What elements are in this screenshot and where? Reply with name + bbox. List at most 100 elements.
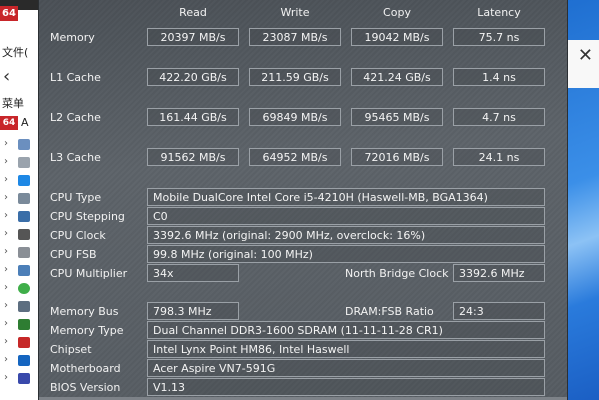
chevron-right-icon[interactable]: ›	[4, 228, 8, 239]
multimedia-icon	[18, 229, 30, 240]
background-desktop-right: ✕	[567, 0, 599, 400]
tree-item[interactable]: ›	[4, 353, 38, 369]
cpu-multiplier-label: CPU Multiplier	[50, 267, 128, 280]
l2-copy-value: 95465 MB/s	[351, 108, 443, 126]
menu-cai[interactable]: 菜单	[2, 95, 24, 111]
memory-type-value: Dual Channel DDR3-1600 SDRAM (11-11-11-2…	[147, 321, 545, 339]
cpu-clock-label: CPU Clock	[50, 229, 106, 242]
cpu-type-label: CPU Type	[50, 191, 102, 204]
tree-item[interactable]: ›	[4, 281, 38, 297]
column-header-read: Read	[179, 6, 207, 19]
l2-write-value: 69849 MB/s	[249, 108, 341, 126]
l2-latency-value: 4.7 ns	[453, 108, 545, 126]
cpu-multiplier-value: 34x	[147, 264, 239, 282]
motherboard-icon	[18, 157, 30, 168]
l3-copy-value: 72016 MB/s	[351, 148, 443, 166]
memory-bus-value: 798.3 MHz	[147, 302, 239, 320]
tree-root-label[interactable]: A	[21, 116, 29, 129]
chevron-right-icon[interactable]: ›	[4, 282, 8, 293]
security-icon	[18, 337, 30, 348]
l3-read-value: 91562 MB/s	[147, 148, 239, 166]
chevron-right-icon[interactable]: ›	[4, 372, 8, 383]
column-header-copy: Copy	[383, 6, 411, 19]
menu-file[interactable]: 文件(	[2, 44, 28, 60]
l3-latency-value: 24.1 ns	[453, 148, 545, 166]
chevron-right-icon[interactable]: ›	[4, 138, 8, 149]
chevron-right-icon[interactable]: ›	[4, 192, 8, 203]
memory-read-value: 20397 MB/s	[147, 28, 239, 46]
tree-item[interactable]: ›	[4, 209, 38, 225]
tree-item[interactable]: ›	[4, 299, 38, 315]
bios-version-value: V1.13	[147, 378, 545, 396]
chevron-right-icon[interactable]: ›	[4, 336, 8, 347]
windows-icon	[18, 175, 30, 186]
cpu-stepping-label: CPU Stepping	[50, 210, 125, 223]
chipset-label: Chipset	[50, 343, 92, 356]
chevron-right-icon[interactable]: ›	[4, 300, 8, 311]
memory-latency-value: 75.7 ns	[453, 28, 545, 46]
north-bridge-clock-label: North Bridge Clock	[345, 267, 449, 280]
l2-read-value: 161.44 GB/s	[147, 108, 239, 126]
memory-write-value: 23087 MB/s	[249, 28, 341, 46]
tree-item[interactable]: ›	[4, 137, 38, 153]
network-icon	[18, 265, 30, 276]
memory-bus-label: Memory Bus	[50, 305, 119, 318]
tree-item[interactable]: ›	[4, 173, 38, 189]
devices-icon	[18, 301, 30, 312]
motherboard-label: Motherboard	[50, 362, 121, 375]
l3-write-value: 64952 MB/s	[249, 148, 341, 166]
chevron-right-icon[interactable]: ›	[4, 174, 8, 185]
row-label-l2-cache: L2 Cache	[50, 111, 101, 124]
config-icon	[18, 355, 30, 366]
chipset-value: Intel Lynx Point HM86, Intel Haswell	[147, 340, 545, 358]
software-icon	[18, 319, 30, 330]
motherboard-value: Acer Aspire VN7-591G	[147, 359, 545, 377]
l1-latency-value: 1.4 ns	[453, 68, 545, 86]
row-label-l3-cache: L3 Cache	[50, 151, 101, 164]
storage-icon	[18, 247, 30, 258]
chevron-right-icon[interactable]: ›	[4, 210, 8, 221]
cpu-fsb-label: CPU FSB	[50, 248, 97, 261]
memory-type-label: Memory Type	[50, 324, 124, 337]
tree-item[interactable]: ›	[4, 317, 38, 333]
tree-item[interactable]: ›	[4, 335, 38, 351]
row-label-l1-cache: L1 Cache	[50, 71, 101, 84]
chevron-right-icon[interactable]: ›	[4, 318, 8, 329]
server-icon	[18, 193, 30, 204]
chevron-right-icon[interactable]: ›	[4, 246, 8, 257]
tree-item[interactable]: ›	[4, 191, 38, 207]
bios-version-label: BIOS Version	[50, 381, 121, 394]
tree-item[interactable]: ›	[4, 245, 38, 261]
chevron-left-icon[interactable]: ‹	[3, 66, 10, 87]
chevron-right-icon[interactable]: ›	[4, 156, 8, 167]
row-label-memory: Memory	[50, 31, 95, 44]
chevron-right-icon[interactable]: ›	[4, 354, 8, 365]
l1-read-value: 422.20 GB/s	[147, 68, 239, 86]
cpu-fsb-value: 99.8 MHz (original: 100 MHz)	[147, 245, 545, 263]
dram-fsb-ratio-label: DRAM:FSB Ratio	[345, 305, 434, 318]
computer-icon	[18, 139, 30, 150]
directx-icon	[18, 283, 30, 294]
tree-item[interactable]: ›	[4, 155, 38, 171]
l1-copy-value: 421.24 GB/s	[351, 68, 443, 86]
cpu-type-value: Mobile DualCore Intel Core i5-4210H (Has…	[147, 188, 545, 206]
cache-memory-benchmark-panel: Read Write Copy Latency Memory 20397 MB/…	[38, 0, 568, 400]
dram-fsb-ratio-value: 24:3	[453, 302, 545, 320]
cpu-stepping-value: C0	[147, 207, 545, 225]
column-header-write: Write	[280, 6, 310, 19]
cpu-clock-value: 3392.6 MHz (original: 2900 MHz, overcloc…	[147, 226, 545, 244]
column-header-latency: Latency	[477, 6, 521, 19]
memory-copy-value: 19042 MB/s	[351, 28, 443, 46]
tree-item[interactable]: ›	[4, 227, 38, 243]
tree-item[interactable]: ›	[4, 263, 38, 279]
close-icon[interactable]: ✕	[578, 45, 593, 66]
background-window-left: 64 文件( ‹ 菜单 64 A › › › › › › › › › › › ›…	[0, 0, 40, 400]
l1-write-value: 211.59 GB/s	[249, 68, 341, 86]
chevron-right-icon[interactable]: ›	[4, 264, 8, 275]
north-bridge-clock-value: 3392.6 MHz	[453, 264, 545, 282]
display-icon	[18, 211, 30, 222]
app-logo-small-icon: 64	[0, 116, 18, 130]
database-icon	[18, 373, 30, 384]
app-logo-icon: 64	[0, 6, 18, 21]
tree-item[interactable]: ›	[4, 371, 38, 387]
